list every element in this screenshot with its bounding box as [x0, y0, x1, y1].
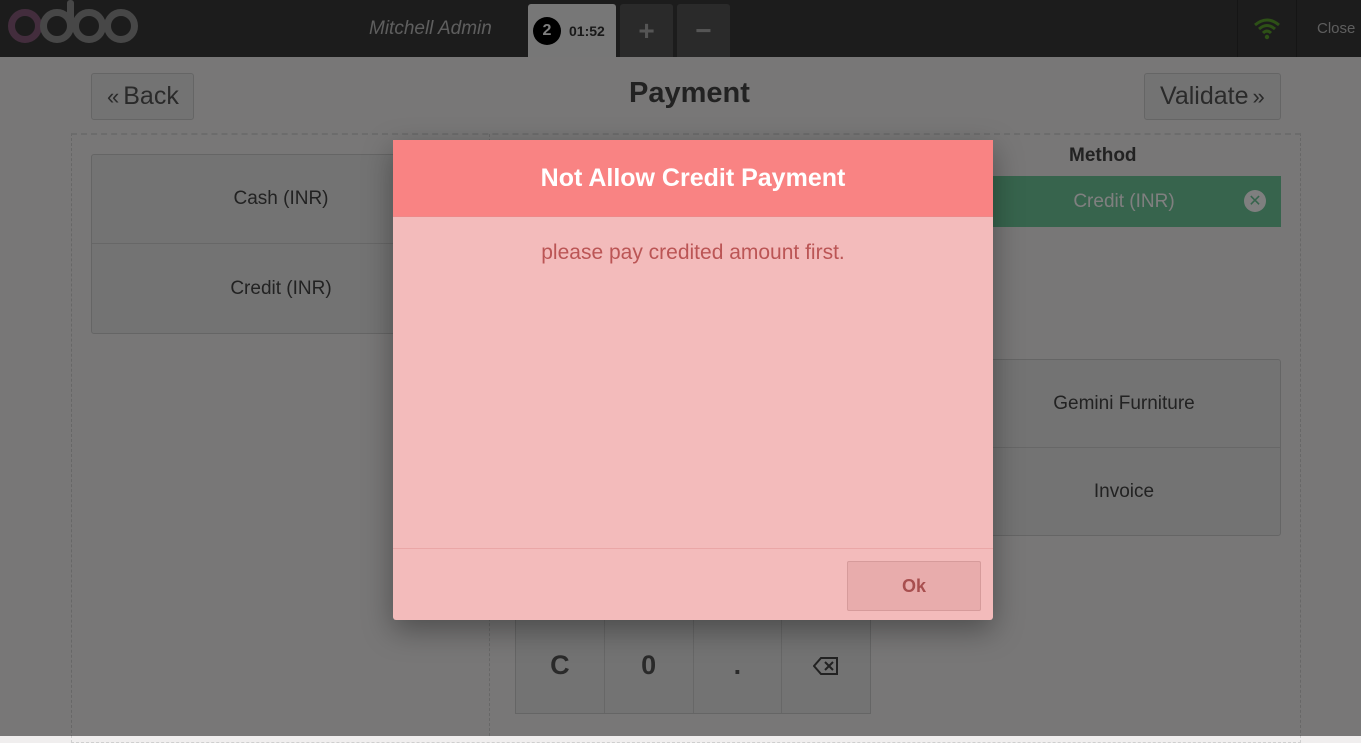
- dialog-message: please pay credited amount first.: [541, 241, 845, 264]
- dialog-title: Not Allow Credit Payment: [393, 140, 993, 217]
- dialog-footer: Ok: [393, 548, 993, 620]
- error-dialog: Not Allow Credit Payment please pay cred…: [393, 140, 993, 620]
- ok-button[interactable]: Ok: [847, 561, 981, 611]
